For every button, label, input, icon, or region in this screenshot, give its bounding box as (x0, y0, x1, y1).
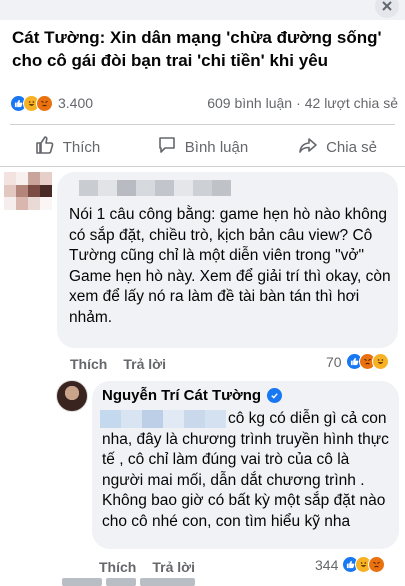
reply-actions: Thích Trả lời (99, 559, 195, 575)
speech-bubble-icon (157, 135, 177, 159)
comment-reply-link[interactable]: Trả lời (123, 356, 166, 372)
verified-badge-icon (267, 388, 283, 403)
comment-like-link[interactable]: Thích (70, 356, 107, 372)
comment-actions: Thích Trả lời (70, 356, 166, 372)
divider (0, 166, 405, 167)
reply-reactions[interactable]: 344 (315, 556, 386, 573)
share-arrow-icon (298, 135, 318, 159)
reply-like-link[interactable]: Thích (99, 559, 136, 575)
haha-reaction-icon (371, 353, 389, 370)
comment-button-label: Bình luận (184, 138, 249, 156)
blurred-commenter-name (79, 180, 231, 196)
reply-author[interactable]: Nguyễn Trí Cát Tường (102, 387, 283, 404)
comment-reactions[interactable]: 70 (326, 353, 389, 370)
like-button-label: Thích (62, 138, 101, 156)
comment-button[interactable]: Bình luận (135, 130, 270, 164)
reaction-icons[interactable] (10, 94, 53, 112)
post-action-bar: Thích Bình luận Chia sẻ (0, 130, 405, 164)
avatar[interactable] (56, 380, 88, 412)
comment-bubble: Nói 1 câu công bằng: game hẹn hò nào khô… (57, 172, 398, 348)
comment-text: Nói 1 câu công bằng: game hẹn hò nào khô… (69, 206, 391, 326)
reply-reaction-count: 344 (315, 556, 339, 573)
avatar[interactable] (4, 172, 52, 210)
share-button-label: Chia sẻ (326, 138, 377, 156)
comment-count[interactable]: 609 bình luận (207, 95, 292, 111)
comment-reaction-count: 70 (326, 353, 342, 370)
reply-reply-link[interactable]: Trả lời (152, 559, 195, 575)
reaction-count[interactable]: 3.400 (58, 95, 93, 111)
top-strip (0, 0, 405, 20)
stats-separator: · (296, 95, 301, 111)
thumbs-up-icon (35, 135, 55, 159)
share-button[interactable]: Chia sẻ (270, 130, 405, 164)
reply-text: cô kg có diễn gì cả con nha, đây là chươ… (102, 410, 389, 530)
close-icon[interactable] (375, 0, 399, 18)
post-stats: 3.400 609 bình luận · 42 lượt chia sẻ (10, 92, 398, 114)
angry-reaction-icon (368, 556, 386, 573)
reply-bubble: Nguyễn Trí Cát Tường cô kg có diễn gì cả… (92, 381, 399, 549)
share-count[interactable]: 42 lượt chia sẻ (305, 95, 398, 111)
like-button[interactable]: Thích (0, 130, 135, 164)
post-headline[interactable]: Cát Tường: Xin dân mạng 'chừa đường sống… (12, 26, 396, 72)
reply-author-name: Nguyễn Trí Cát Tường (102, 387, 262, 404)
angry-reaction-icon (36, 94, 53, 112)
next-comment-cutoff (62, 578, 212, 586)
divider (10, 124, 395, 125)
